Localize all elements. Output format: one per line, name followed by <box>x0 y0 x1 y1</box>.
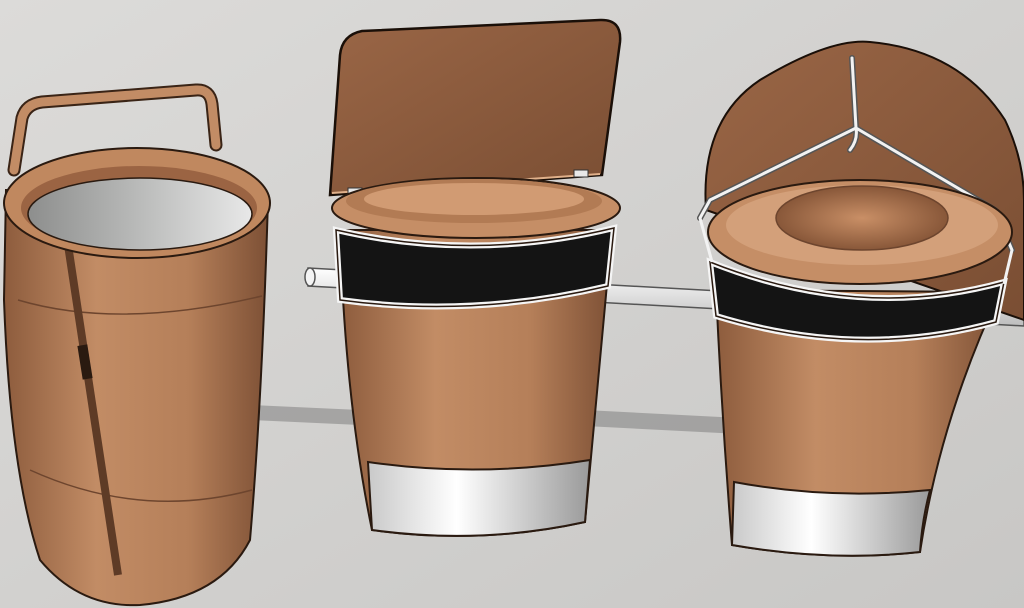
bucket-with-flip-lid <box>328 18 622 537</box>
illustration-scene <box>0 0 1024 608</box>
flip-lid <box>328 18 622 197</box>
seat-opening <box>775 185 949 251</box>
tall-bucket-with-handle <box>2 83 271 607</box>
